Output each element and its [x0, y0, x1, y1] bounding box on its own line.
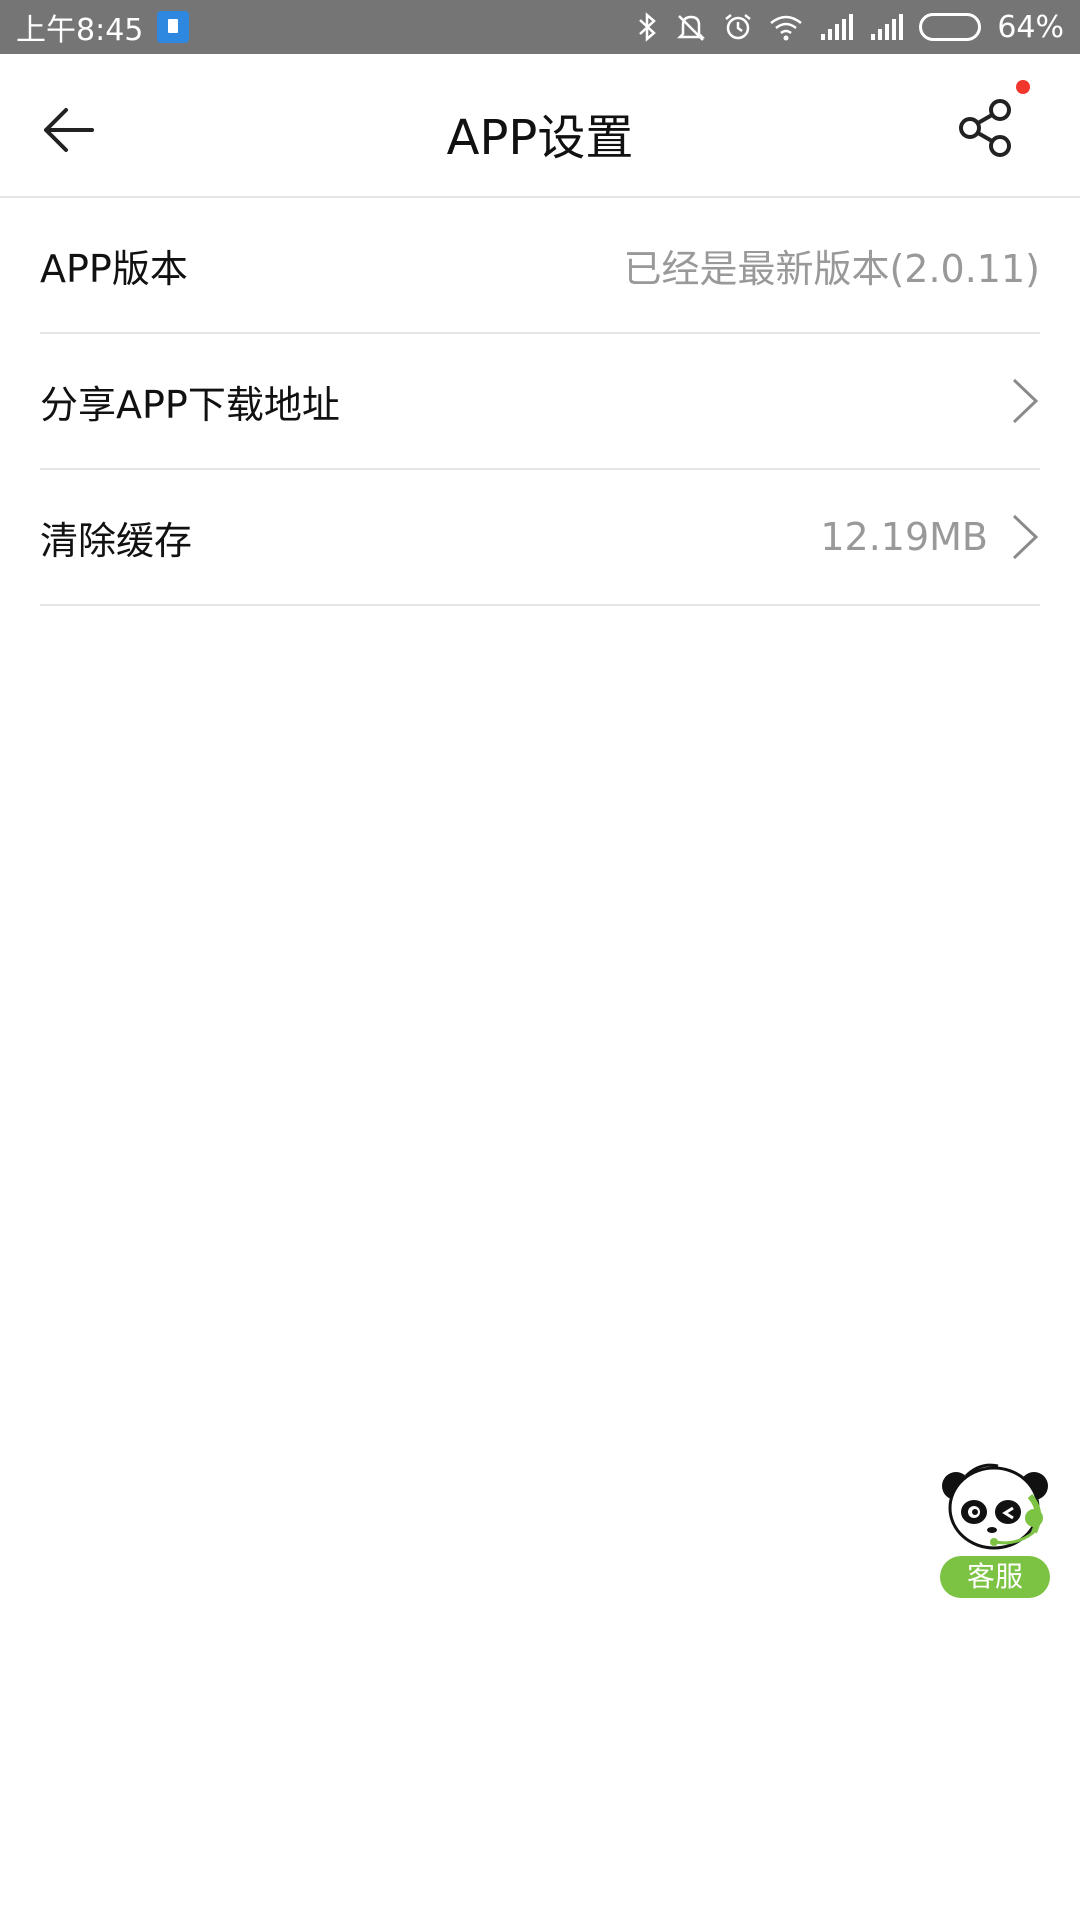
customer-service-button[interactable]: 客服	[936, 1456, 1054, 1598]
cache-size-value: 12.19MB	[820, 515, 988, 559]
battery-icon	[919, 13, 982, 41]
share-icon	[959, 99, 1011, 157]
header: APP设置	[0, 54, 1080, 198]
alarm-icon	[723, 12, 753, 42]
chevron-right-icon	[1012, 514, 1039, 560]
row-label: 分享APP下载地址	[40, 382, 340, 427]
signal-icon-2	[869, 14, 904, 40]
chevron-right-icon	[1012, 378, 1039, 424]
row-clear-cache[interactable]: 清除缓存 12.19MB	[40, 470, 1040, 606]
row-label: APP版本	[40, 246, 188, 291]
settings-list: APP版本 已经是最新版本(2.0.11) 分享APP下载地址 清除缓存 12.…	[40, 198, 1040, 606]
status-left: 上午8:45	[16, 5, 190, 49]
row-right: 已经是最新版本(2.0.11)	[623, 238, 1040, 293]
row-app-version[interactable]: APP版本 已经是最新版本(2.0.11)	[40, 198, 1040, 334]
battery-percent: 64%	[997, 9, 1064, 45]
row-right	[1010, 376, 1040, 426]
page-title: APP设置	[446, 110, 634, 166]
bluetooth-icon	[637, 12, 659, 42]
share-button[interactable]	[956, 96, 1020, 160]
customer-service-label: 客服	[940, 1556, 1050, 1598]
status-right: 64%	[637, 10, 1064, 45]
row-label: 清除缓存	[40, 518, 193, 563]
app-version-value: 已经是最新版本(2.0.11)	[623, 246, 1040, 291]
signal-icon	[819, 14, 854, 40]
panda-agent-icon	[942, 1463, 1048, 1550]
status-bar: 上午8:45 64%	[0, 0, 1080, 54]
mute-icon	[675, 12, 707, 42]
wifi-icon	[769, 13, 803, 41]
row-right: 12.19MB	[820, 512, 1040, 562]
status-time: 上午8:45	[16, 13, 144, 48]
row-share-download[interactable]: 分享APP下载地址	[40, 334, 1040, 470]
app-notification-icon	[157, 11, 190, 43]
notification-dot	[1016, 80, 1030, 94]
